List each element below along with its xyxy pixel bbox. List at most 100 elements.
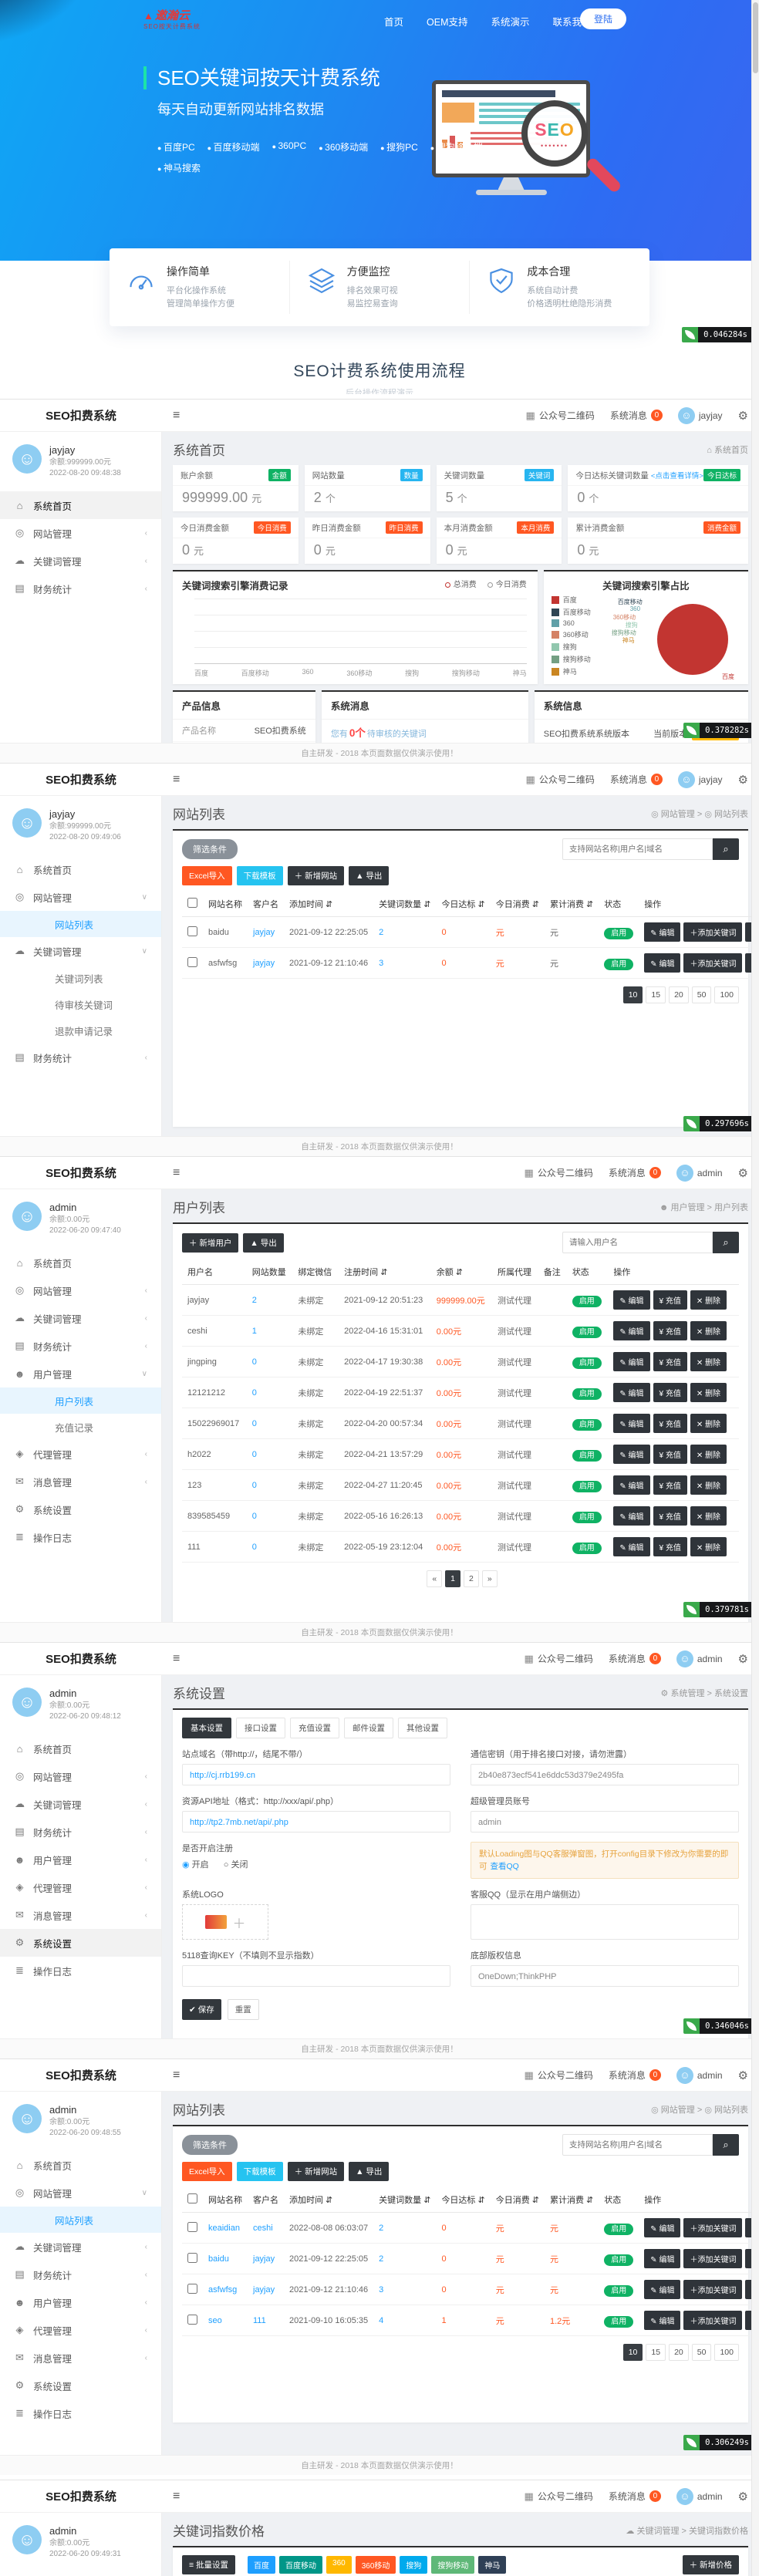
edit-button[interactable]: ✎ 编辑	[613, 1506, 649, 1526]
filter-pill-button[interactable]: 筛选条件	[182, 2135, 238, 2155]
column-header[interactable]: 所属代理	[492, 1259, 538, 1285]
menu-toggle-icon[interactable]: ≡	[162, 773, 191, 787]
column-header[interactable]: 累计消费 ⇵	[545, 892, 599, 917]
sidebar-item[interactable]: ☻用户管理‹	[0, 2288, 161, 2316]
gear-icon[interactable]: ⚙	[738, 773, 748, 787]
sidebar-item[interactable]: ◎网站管理∨	[0, 2179, 161, 2207]
gear-icon[interactable]: ⚙	[738, 2069, 748, 2082]
sidebar-item[interactable]: ☁关键词管理‹	[0, 2233, 161, 2261]
reset-button[interactable]: 重置	[228, 1999, 259, 2020]
owner-link[interactable]: jayjay	[248, 917, 284, 948]
search-button[interactable]: ⌕	[713, 2134, 739, 2156]
recharge-button[interactable]: ¥ 充值	[653, 1383, 687, 1402]
edit-button[interactable]: ✎ 编辑	[613, 1537, 649, 1556]
owner-link[interactable]: ceshi	[248, 2213, 284, 2244]
edit-button[interactable]: ✎ 编辑	[613, 1383, 649, 1402]
column-header[interactable]: 状态	[599, 2187, 639, 2213]
sidebar-item[interactable]: ✉消息管理‹	[0, 1468, 161, 1495]
search-button[interactable]: ⌕	[713, 838, 739, 860]
toolbar-button[interactable]: ▲ 导出	[349, 866, 389, 885]
column-header[interactable]: 客户名	[248, 892, 284, 917]
user-menu[interactable]: ☺jayjay	[678, 771, 723, 788]
sidebar-item[interactable]: ◈代理管理‹	[0, 2316, 161, 2344]
engine-button[interactable]: 神马	[478, 2556, 506, 2574]
recharge-button[interactable]: ¥ 充值	[653, 1321, 687, 1340]
sidebar-item[interactable]: 关键词列表	[0, 965, 161, 991]
sidebar-item[interactable]: ☁关键词管理‹	[0, 1790, 161, 1818]
sidebar-item[interactable]: ⌂系统首页	[0, 855, 161, 883]
qrcode-link[interactable]: ▦公众号二维码	[525, 2069, 593, 2082]
delete-button[interactable]: ✕ 删除	[690, 1352, 727, 1371]
toolbar-button[interactable]: Excel导入	[182, 866, 232, 885]
column-header[interactable]: 今日消费 ⇵	[491, 2187, 545, 2213]
edit-button[interactable]: ✎ 编辑	[613, 1321, 649, 1340]
select-all-checkbox[interactable]	[187, 898, 197, 908]
key5118-input[interactable]	[182, 1965, 450, 1987]
engine-button[interactable]: 百度	[248, 2556, 275, 2574]
column-header[interactable]: 今日达标 ⇵	[436, 2187, 490, 2213]
page-size-button[interactable]: 20	[669, 986, 689, 1003]
sidebar-item[interactable]: ◈代理管理‹	[0, 1440, 161, 1468]
delete-button[interactable]: ✕ 删除	[690, 1537, 727, 1556]
sidebar-item[interactable]: ▤ 财务统计 ‹	[0, 575, 161, 602]
qrcode-link[interactable]: ▦公众号二维码	[526, 773, 595, 786]
save-button[interactable]: ✔ 保存	[182, 1999, 221, 2020]
scrollbar-thumb[interactable]	[753, 2, 758, 73]
sidebar-item[interactable]: ◎网站管理∨	[0, 883, 161, 911]
toolbar-button[interactable]: ＋ 新增网站	[288, 2162, 344, 2181]
owner-link[interactable]: jayjay	[248, 948, 284, 979]
row-checkbox[interactable]	[187, 957, 197, 967]
toolbar-button[interactable]: ＋ 新增用户	[182, 1233, 238, 1253]
edit-button[interactable]: ✎ 编辑	[613, 1414, 649, 1433]
register-off-radio[interactable]: ○ 关闭	[224, 1860, 248, 1870]
page-button[interactable]: 2	[464, 1570, 479, 1587]
column-header[interactable]: 状态	[599, 892, 639, 917]
owner-link[interactable]: jayjay	[248, 2274, 284, 2305]
owner-link[interactable]: 111	[248, 2305, 284, 2336]
row-checkbox[interactable]	[187, 2315, 197, 2325]
engine-button[interactable]: 360移动	[356, 2556, 396, 2574]
sidebar-item[interactable]: ◎ 网站管理 ‹	[0, 519, 161, 547]
page-button[interactable]: «	[427, 1570, 442, 1587]
qrcode-link[interactable]: ▦公众号二维码	[525, 1652, 593, 1665]
column-header[interactable]: 网站数量	[247, 1259, 293, 1285]
add-keyword-button[interactable]: ＋添加关键词	[683, 922, 742, 942]
settings-tab[interactable]: 接口设置	[236, 1718, 285, 1738]
edit-button[interactable]: ✎ 编辑	[644, 2218, 680, 2237]
domain-input[interactable]: http://cj.rrb199.cn	[182, 1764, 450, 1785]
sidebar-item[interactable]: ▤财务统计‹	[0, 1044, 161, 1071]
nav-link[interactable]: 首页	[384, 14, 403, 29]
search-input[interactable]	[562, 1232, 713, 1253]
page-size-button[interactable]: 20	[669, 2344, 689, 2361]
sidebar-item[interactable]: ⌂系统首页	[0, 2151, 161, 2179]
delete-button[interactable]: ✕ 删除	[690, 1445, 727, 1464]
messages-link[interactable]: 系统消息0	[610, 409, 663, 422]
nav-link[interactable]: 系统演示	[491, 14, 530, 29]
sidebar-item[interactable]: ▤财务统计‹	[0, 1332, 161, 1360]
messages-link[interactable]: 系统消息0	[609, 1652, 661, 1665]
edit-button[interactable]: ✎ 编辑	[644, 2311, 680, 2330]
bulk-set-button[interactable]: ≡ 批量设置	[182, 2555, 235, 2574]
search-input[interactable]	[562, 838, 713, 860]
sidebar-item[interactable]: 退款申请记录	[0, 1017, 161, 1044]
row-checkbox[interactable]	[187, 2284, 197, 2294]
column-header[interactable]: 绑定微信	[292, 1259, 339, 1285]
delete-button[interactable]: ✕ 删除	[690, 1475, 727, 1495]
page-size-button[interactable]: 100	[714, 2344, 739, 2361]
row-checkbox[interactable]	[187, 2222, 197, 2232]
column-header[interactable]: 操作	[639, 892, 759, 917]
settings-tab[interactable]: 其他设置	[398, 1718, 447, 1738]
sidebar-item[interactable]: ⌂系统首页	[0, 1249, 161, 1276]
column-header[interactable]: 添加时间 ⇵	[284, 2187, 373, 2213]
menu-toggle-icon[interactable]: ≡	[162, 2069, 191, 2082]
gear-icon[interactable]: ⚙	[738, 409, 748, 423]
column-header[interactable]: 关键词数量 ⇵	[373, 2187, 436, 2213]
delete-button[interactable]: ✕ 删除	[690, 1290, 727, 1310]
edit-button[interactable]: ✎ 编辑	[613, 1475, 649, 1495]
recharge-button[interactable]: ¥ 充值	[653, 1506, 687, 1526]
menu-toggle-icon[interactable]: ≡	[162, 409, 191, 423]
page-size-button[interactable]: 50	[692, 986, 712, 1003]
add-keyword-button[interactable]: ＋添加关键词	[683, 2280, 742, 2299]
column-header[interactable]: 今日消费 ⇵	[491, 892, 545, 917]
add-keyword-button[interactable]: ＋添加关键词	[683, 2249, 742, 2268]
